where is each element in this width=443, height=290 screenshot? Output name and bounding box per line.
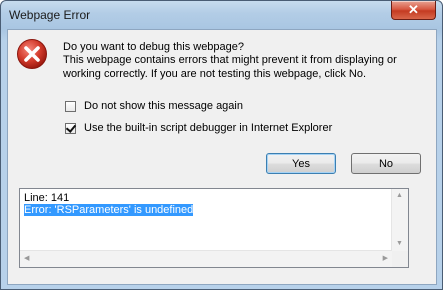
- yes-button[interactable]: Yes: [266, 153, 336, 174]
- error-details-box[interactable]: Line: 141 Error: 'RSParameters' is undef…: [19, 188, 409, 268]
- vertical-scrollbar[interactable]: ▲ ▼: [391, 189, 408, 251]
- window-title: Webpage Error: [9, 8, 91, 22]
- dialog-window: Webpage Error ✕ Do you want to debug thi…: [0, 0, 443, 290]
- use-debugger-checkbox[interactable]: [65, 122, 76, 134]
- no-button[interactable]: No: [351, 153, 421, 174]
- use-debugger-option[interactable]: Use the built-in script debugger in Inte…: [65, 122, 332, 134]
- dialog-content: Do you want to debug this webpage? This …: [7, 29, 437, 285]
- yes-button-label: Yes: [292, 157, 310, 170]
- use-debugger-label[interactable]: Use the built-in script debugger in Inte…: [84, 122, 332, 134]
- error-details-text[interactable]: Line: 141 Error: 'RSParameters' is undef…: [24, 192, 194, 216]
- close-icon: ✕: [408, 2, 419, 17]
- dont-show-option[interactable]: Do not show this message again: [65, 100, 243, 112]
- scroll-up-icon[interactable]: ▲: [396, 192, 403, 200]
- scrollbar-corner: [392, 251, 408, 267]
- scroll-down-icon[interactable]: ▼: [396, 240, 403, 248]
- no-button-label: No: [378, 157, 394, 170]
- error-icon: [17, 39, 47, 69]
- error-line: Line: 141: [24, 192, 70, 204]
- title-bar[interactable]: Webpage Error ✕: [1, 1, 442, 29]
- dont-show-checkbox[interactable]: [65, 100, 76, 112]
- scroll-left-icon[interactable]: ◀: [24, 255, 29, 263]
- error-message: Error: 'RSParameters' is undefined: [24, 204, 194, 216]
- scroll-right-icon[interactable]: ▶: [383, 255, 388, 263]
- message-question: Do you want to debug this webpage?: [63, 41, 245, 53]
- close-button[interactable]: ✕: [391, 1, 436, 20]
- dont-show-label[interactable]: Do not show this message again: [84, 100, 243, 112]
- horizontal-scrollbar[interactable]: ◀ ▶: [20, 250, 392, 267]
- message-body: This webpage contains errors that might …: [63, 54, 397, 80]
